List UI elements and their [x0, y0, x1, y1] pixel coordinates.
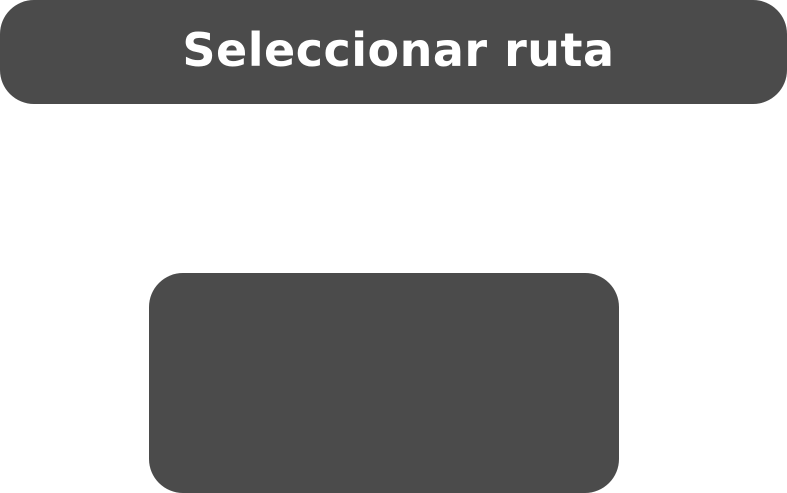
- page-title: Seleccionar ruta: [182, 23, 615, 77]
- title-bar: Seleccionar ruta: [0, 0, 787, 104]
- route-option-button[interactable]: [149, 273, 619, 493]
